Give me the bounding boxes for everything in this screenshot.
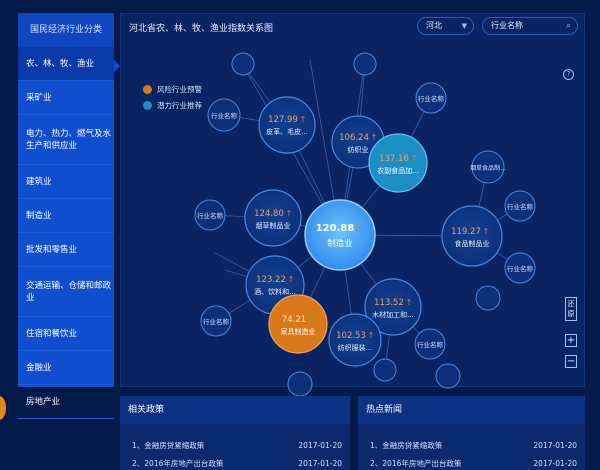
graph-node-center-manufacturing[interactable]: 120.88 ↑ 制造业 xyxy=(304,199,376,271)
reset-button[interactable]: 还原 xyxy=(565,297,577,321)
list-item[interactable]: 1、金融房贷紧缩政策 2017-01-20 xyxy=(120,436,350,454)
up-arrow-icon: ↑ xyxy=(368,331,375,340)
leaf-node[interactable]: 行业名称 xyxy=(415,82,447,114)
node-label: 农副食品加... xyxy=(377,166,419,175)
node-value: 123.22 xyxy=(256,275,286,285)
leaf-node[interactable]: 行业名称 xyxy=(414,328,446,360)
list-item[interactable]: 1、金融房贷紧缩政策 2017-01-20 xyxy=(358,436,585,454)
down-arrow-icon: ↓ xyxy=(310,315,317,324)
leaf-node[interactable] xyxy=(475,285,501,311)
node-value: 124.80 xyxy=(254,209,284,219)
leaf-node[interactable] xyxy=(287,371,313,397)
graph-node-food-products[interactable]: 119.27 ↑ 食品制品业 xyxy=(441,205,503,267)
list-item-date: 2017-01-20 xyxy=(298,458,342,468)
up-arrow-icon: ↑ xyxy=(411,154,418,163)
policy-panel-title: 相关政策 xyxy=(120,396,350,424)
list-item-date: 2017-01-20 xyxy=(533,458,577,468)
node-label: 皮革、毛皮... xyxy=(266,127,308,136)
list-item[interactable]: 2、2016年房地产出台政策 2017-01-20 xyxy=(120,454,350,470)
up-arrow-icon: ↑ xyxy=(483,227,490,236)
list-item-text: 2、2016年房地产出台政策 xyxy=(132,458,224,468)
node-value: 119.27 xyxy=(451,227,481,237)
node-label: 木材加工和... xyxy=(372,310,414,319)
leaf-label: 行业名称 xyxy=(203,317,230,326)
leaf-node[interactable]: 行业名称 xyxy=(200,305,232,337)
list-item[interactable]: 2、2016年房地产出台政策 2017-01-20 xyxy=(358,454,585,470)
news-panel-title: 热点新闻 xyxy=(358,396,585,424)
node-label: 制造业 xyxy=(327,238,353,249)
leaf-label: 行业名称 xyxy=(418,94,445,103)
up-arrow-icon: ↑ xyxy=(354,224,362,234)
node-value: 106.24 xyxy=(339,133,369,143)
leaf-node[interactable] xyxy=(353,52,377,76)
node-value: 113.52 xyxy=(374,298,404,308)
node-label: 纺织业 xyxy=(348,145,369,154)
node-value: 137.16 xyxy=(379,154,409,164)
node-value: 120.88 xyxy=(316,223,355,234)
graph-node-tobacco[interactable]: 124.80 ↑ 烟草制品业 xyxy=(244,189,302,247)
graph-node-apparel[interactable]: 102.53 ↑ 纺织服装... xyxy=(328,313,382,367)
policy-panel: 相关政策 1、金融房贷紧缩政策 2017-01-20 2、2016年房地产出台政… xyxy=(120,396,350,470)
leaf-label: 行业名称 xyxy=(417,340,444,349)
news-panel: 热点新闻 1、金融房贷紧缩政策 2017-01-20 2、2016年房地产出台政… xyxy=(358,396,585,470)
up-arrow-icon: ↑ xyxy=(286,209,293,218)
list-item-text: 2、2016年房地产出台政策 xyxy=(370,458,462,468)
node-label: 家具制造业 xyxy=(281,327,316,336)
graph-node-furniture[interactable]: 74.21 ↓ 家具制造业 xyxy=(268,294,328,354)
node-label: 烟草制品业 xyxy=(256,221,291,230)
leaf-node[interactable]: 行业名称 xyxy=(207,98,241,132)
leaf-label: 行业名称 xyxy=(211,111,238,120)
leaf-node[interactable]: 行业名称 xyxy=(504,252,536,284)
leaf-node[interactable]: 行业名称 xyxy=(194,199,226,231)
up-arrow-icon: ↑ xyxy=(371,133,378,142)
up-arrow-icon: ↑ xyxy=(406,298,413,307)
list-item-text: 1、金融房贷紧缩政策 xyxy=(370,440,443,450)
leaf-node[interactable] xyxy=(373,358,397,382)
node-value: 74.21 xyxy=(282,315,306,325)
up-arrow-icon: ↑ xyxy=(288,275,295,284)
node-label: 食品制品业 xyxy=(455,239,490,248)
list-item-date: 2017-01-20 xyxy=(298,440,342,450)
node-label: 酒、饮料和... xyxy=(254,287,296,296)
leaf-label: 行业名称 xyxy=(507,264,534,273)
graph-node-agri-food[interactable]: 137.16 ↑ 农副食品加... xyxy=(368,133,428,193)
zoom-in-button[interactable]: + xyxy=(565,334,577,347)
leaf-node[interactable]: 行业名称 xyxy=(504,190,536,222)
node-value: 102.53 xyxy=(336,331,366,341)
up-arrow-icon: ↑ xyxy=(300,115,307,124)
node-label: 纺织服装... xyxy=(338,343,373,352)
leaf-label: 行业名称 xyxy=(197,211,224,220)
leaf-node[interactable] xyxy=(435,363,461,389)
leaf-node[interactable]: 烟草食品制... xyxy=(470,150,506,184)
graph-node-leather[interactable]: 127.99 ↑ 皮革、毛皮... xyxy=(258,96,316,154)
leaf-label: 行业名称 xyxy=(507,202,534,211)
leaf-label: 烟草食品制... xyxy=(470,164,506,172)
zoom-out-button[interactable]: − xyxy=(565,355,577,368)
list-item-text: 1、金融房贷紧缩政策 xyxy=(132,440,205,450)
list-item-date: 2017-01-20 xyxy=(533,440,577,450)
leaf-node[interactable] xyxy=(231,52,255,76)
node-value: 127.99 xyxy=(268,115,298,125)
